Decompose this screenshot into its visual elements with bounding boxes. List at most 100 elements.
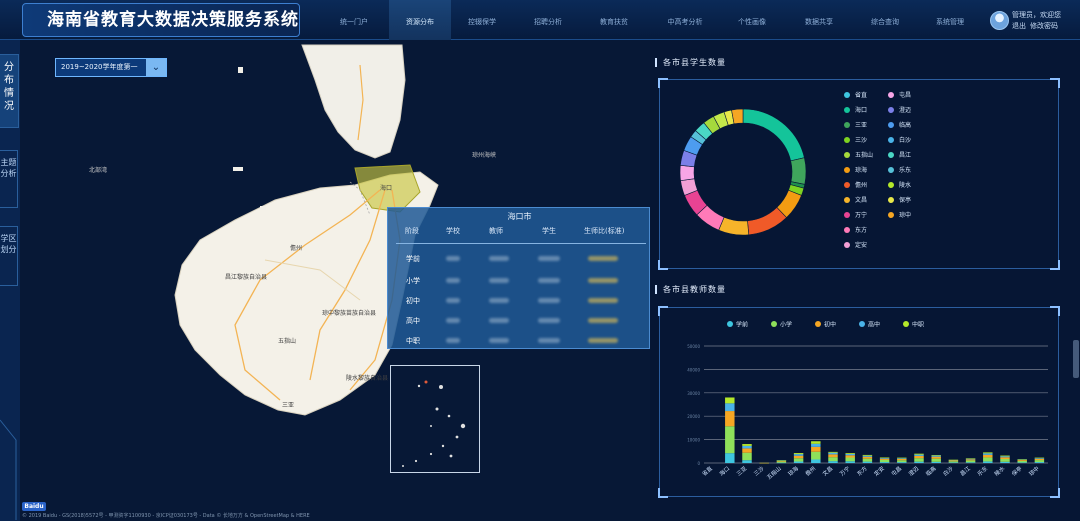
legend-item[interactable]: 万宁: [844, 210, 867, 219]
bar-segment-海口-学前[interactable]: [725, 453, 735, 463]
bar-segment-乐东-小学[interactable]: [983, 457, 993, 462]
bar-segment-万宁-高中[interactable]: [845, 453, 855, 456]
bar-segment-万宁-初中[interactable]: [845, 455, 855, 458]
bar-legend-label[interactable]: 初中: [824, 321, 836, 329]
bar-segment-文昌-初中[interactable]: [828, 454, 838, 458]
bar-segment-东方-中职[interactable]: [862, 454, 873, 456]
scrollbar[interactable]: [1073, 340, 1079, 378]
legend-item[interactable]: 定安: [844, 240, 867, 249]
legend-item[interactable]: 乐东: [888, 165, 911, 174]
bar-segment-临高-高中[interactable]: [931, 455, 941, 457]
logout-link[interactable]: 退出: [1012, 21, 1026, 31]
legend-item[interactable]: 屯昌: [888, 90, 911, 99]
bar-segment-澄迈-学前[interactable]: [914, 461, 924, 463]
legend-item[interactable]: 儋州: [844, 180, 867, 189]
bar-segment-临高-学前[interactable]: [931, 461, 941, 463]
bar-segment-保亭-初中[interactable]: [1017, 459, 1027, 461]
tab-theme-analysis[interactable]: 主题分析: [0, 150, 18, 208]
bar-segment-琼海-高中[interactable]: [793, 454, 804, 456]
legend-item[interactable]: 文昌: [844, 195, 867, 204]
bar-segment-白沙-初中[interactable]: [948, 460, 959, 462]
donut-slice-海口[interactable]: [742, 108, 805, 162]
bar-segment-文昌-中职[interactable]: [828, 451, 838, 453]
bar-segment-海口-中职[interactable]: [725, 397, 735, 404]
bar-segment-三沙-初中[interactable]: [759, 462, 769, 464]
avatar[interactable]: [990, 11, 1009, 30]
bar-segment-昌江-高中[interactable]: [965, 458, 976, 460]
bar-segment-三亚-高中[interactable]: [742, 445, 752, 449]
bar-segment-屯昌-高中[interactable]: [897, 458, 907, 459]
bar-segment-琼海-小学[interactable]: [793, 458, 804, 462]
bar-legend-label[interactable]: 学前: [736, 321, 748, 329]
legend-item[interactable]: 海口: [844, 105, 867, 114]
bar-segment-琼海-初中[interactable]: [793, 455, 804, 459]
bar-segment-东方-初中[interactable]: [862, 456, 873, 459]
bar-segment-乐东-初中[interactable]: [983, 454, 993, 458]
bar-segment-昌江-小学[interactable]: [965, 460, 976, 463]
nav-system-management[interactable]: 系统管理: [919, 0, 981, 40]
bar-segment-琼中-初中[interactable]: [1034, 458, 1045, 461]
bar-segment-乐东-高中[interactable]: [983, 453, 993, 455]
bar-segment-屯昌-中职[interactable]: [897, 457, 907, 459]
legend-item[interactable]: 保亭: [888, 195, 911, 204]
donut-slice-屯昌[interactable]: [679, 164, 695, 181]
bar-legend-label[interactable]: 中职: [912, 321, 924, 329]
bar-segment-海口-初中[interactable]: [725, 411, 735, 427]
bar-segment-儋州-小学[interactable]: [811, 451, 821, 460]
nav-portal[interactable]: 统一门户: [323, 0, 385, 40]
legend-item[interactable]: 三沙: [844, 135, 867, 144]
bar-segment-儋州-学前[interactable]: [811, 459, 821, 463]
bar-segment-东方-小学[interactable]: [862, 458, 873, 462]
bar-segment-保亭-小学[interactable]: [1017, 460, 1027, 463]
bar-segment-白沙-学前[interactable]: [948, 462, 959, 463]
nav-education-poverty[interactable]: 教育扶贫: [583, 0, 645, 40]
bar-segment-白沙-中职[interactable]: [948, 459, 959, 461]
bar-segment-屯昌-小学[interactable]: [897, 460, 907, 463]
bar-segment-定安-初中[interactable]: [879, 458, 890, 460]
bar-segment-陵水-小学[interactable]: [1000, 459, 1010, 462]
bar-segment-澄迈-初中[interactable]: [914, 455, 924, 459]
legend-item[interactable]: 澄迈: [888, 105, 911, 114]
legend-item[interactable]: 三亚: [844, 120, 867, 129]
bar-segment-五指山-小学[interactable]: [776, 461, 787, 463]
bar-segment-琼中-中职[interactable]: [1034, 457, 1045, 459]
tab-distribution[interactable]: 分布情况: [0, 54, 19, 128]
bar-segment-琼中-小学[interactable]: [1034, 460, 1045, 463]
students-donut-chart[interactable]: [673, 102, 813, 242]
bar-segment-琼中-学前[interactable]: [1034, 462, 1045, 463]
bar-segment-乐东-中职[interactable]: [983, 452, 993, 454]
legend-item[interactable]: 琼海: [844, 165, 867, 174]
bar-segment-定安-学前[interactable]: [879, 462, 890, 463]
nav-data-sharing[interactable]: 数据共享: [788, 0, 850, 40]
bar-segment-临高-中职[interactable]: [931, 455, 941, 456]
legend-item[interactable]: 五指山: [844, 150, 873, 159]
bar-segment-文昌-高中[interactable]: [828, 452, 838, 455]
bar-segment-陵水-高中[interactable]: [1000, 456, 1010, 458]
bar-segment-临高-初中[interactable]: [931, 456, 941, 459]
bar-segment-澄迈-高中[interactable]: [914, 454, 924, 456]
bar-segment-万宁-学前[interactable]: [845, 461, 855, 463]
bar-segment-陵水-学前[interactable]: [1000, 461, 1010, 463]
legend-item[interactable]: 省直: [844, 90, 867, 99]
bar-segment-白沙-小学[interactable]: [948, 461, 959, 463]
nav-personal-profile[interactable]: 个性画像: [721, 0, 783, 40]
bar-segment-定安-高中[interactable]: [879, 457, 890, 459]
bar-segment-澄迈-中职[interactable]: [914, 453, 924, 455]
bar-segment-保亭-学前[interactable]: [1017, 462, 1027, 463]
bar-legend-label[interactable]: 高中: [868, 321, 880, 329]
nav-recruitment-analysis[interactable]: 招聘分析: [517, 0, 579, 40]
bar-segment-三亚-中职[interactable]: [742, 444, 752, 446]
bar-segment-三亚-小学[interactable]: [742, 452, 752, 461]
bar-segment-三亚-学前[interactable]: [742, 460, 752, 463]
bar-segment-定安-小学[interactable]: [879, 459, 890, 463]
chevron-down-icon[interactable]: ⌄: [146, 59, 166, 76]
map-view[interactable]: 北部湾 琼州海峡 海口 儋州 昌江黎族自治县 琼中黎族苗族自治县 五指山 陵水黎…: [20, 40, 650, 521]
nav-dropout-control[interactable]: 控辍保学: [451, 0, 513, 40]
legend-item[interactable]: 临高: [888, 120, 911, 129]
bar-segment-五指山-学前[interactable]: [776, 462, 787, 464]
bar-segment-定安-中职[interactable]: [879, 457, 890, 459]
bar-segment-儋州-高中[interactable]: [811, 443, 821, 447]
bar-segment-昌江-中职[interactable]: [965, 458, 976, 459]
bar-segment-万宁-中职[interactable]: [845, 453, 855, 454]
bar-segment-五指山-初中[interactable]: [776, 460, 787, 462]
